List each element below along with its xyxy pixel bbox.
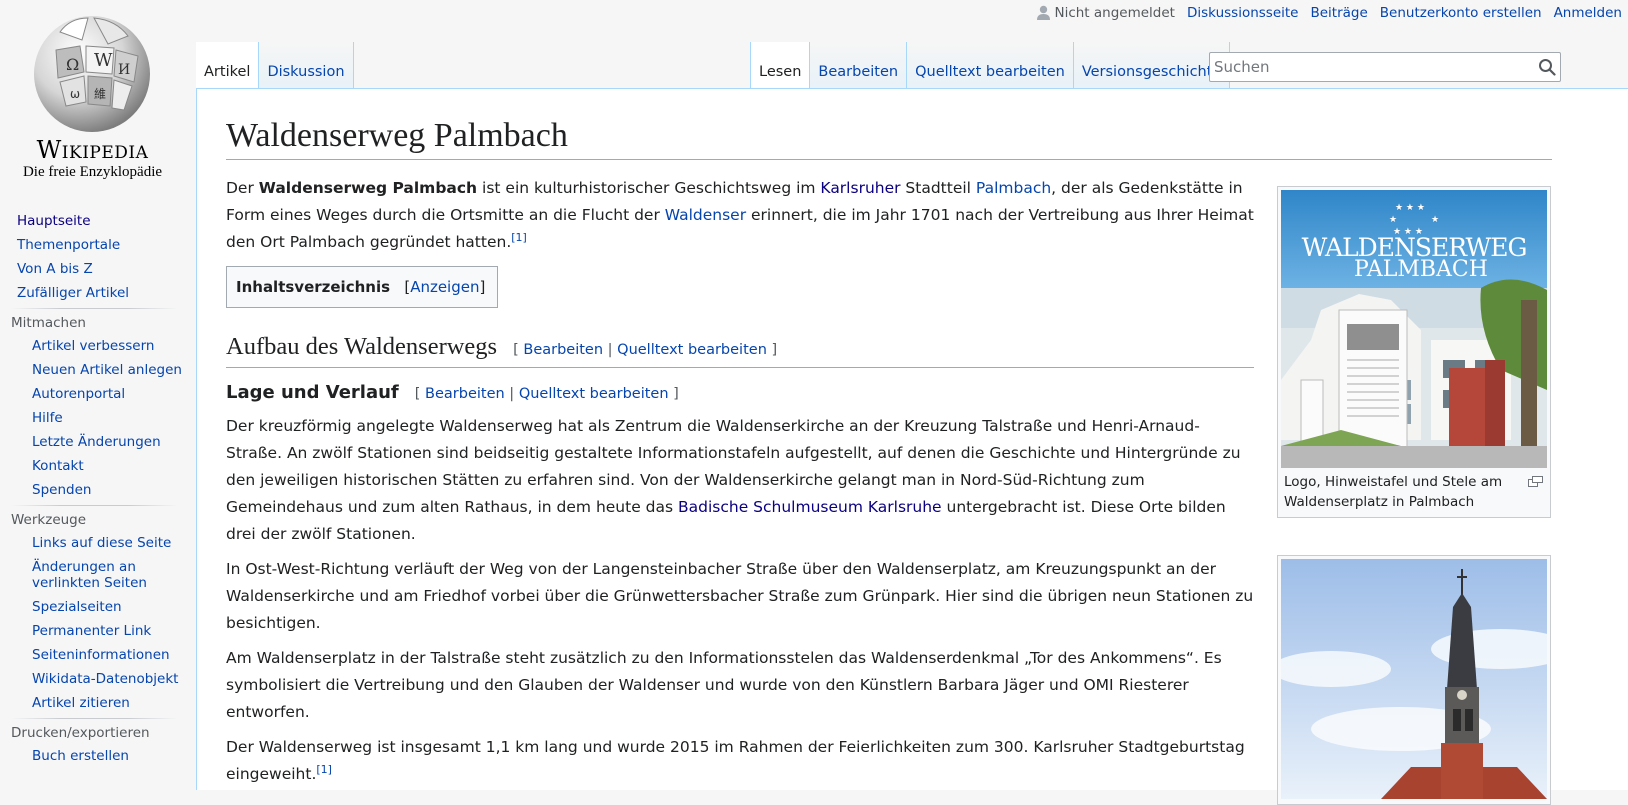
tab-bearbeiten[interactable]: Bearbeiten [810,42,908,88]
personal-link-create-account[interactable]: Benutzerkonto erstellen [1380,5,1542,21]
link-waldenser[interactable]: Waldenser [665,206,746,224]
content-area: Waldenserweg Palmbach Der Waldenserweg P… [196,88,1628,805]
sidebar-item-themenportale[interactable]: Themenportale [17,237,120,253]
user-status: Nicht angemeldet [1037,5,1175,21]
sidebar-item-wikidata-datenobjekt[interactable]: Wikidata-Datenobjekt [32,671,178,687]
sidebar-item-neuen-artikel-anlegen[interactable]: Neuen Artikel anlegen [32,362,182,378]
link-karlsruher[interactable]: Karlsruher [820,179,900,197]
table-of-contents: Inhaltsverzeichnis [Anzeigen] [226,266,499,308]
article-body: Der Waldenserweg Palmbach ist ein kultur… [226,175,1254,796]
sidebar-item-buch-erstellen[interactable]: Buch erstellen [32,748,129,764]
section-heading: Aufbau des Waldenserwegs[ Bearbeiten | Q… [226,332,1254,368]
link-badische-schulmuseum[interactable]: Badische Schulmuseum Karlsruhe [678,498,942,516]
section-edit-links: [ Bearbeiten | Quelltext bearbeiten ] [513,342,778,358]
wikipedia-wordmark: Wikipedia [36,136,149,164]
subsection-source-edit-link[interactable]: Quelltext bearbeiten [519,386,669,402]
paragraph-1: Der kreuzförmig angelegte Waldenserweg h… [226,417,1241,543]
tab-diskussion[interactable]: Diskussion [259,42,354,88]
svg-text:★: ★ [1389,215,1397,225]
user-icon [1037,5,1051,20]
personal-link-talk[interactable]: Diskussionsseite [1187,5,1299,21]
thumbnail-1: ★ ★ ★ ★ ★ ★ ★ ★ WaldenserWeg Palmbach [1277,186,1551,518]
intro-paragraph: Der Waldenserweg Palmbach ist ein kultur… [226,179,1254,251]
thumb-caption: Logo, Hinweistafel und Stele am Waldense… [1281,468,1547,514]
link-palmbach[interactable]: Palmbach [976,179,1051,197]
thumb-logo-line2: Palmbach [1354,257,1488,282]
section-edit-link[interactable]: Bearbeiten [523,342,603,358]
sidebar-item-letzte-aenderungen[interactable]: Letzte Änderungen [32,434,161,450]
tab-artikel[interactable]: Artikel [196,42,260,88]
sidebar-item-zufaelliger-artikel[interactable]: Zufälliger Artikel [17,285,129,301]
sidebar-heading-mitmachen: Mitmachen [11,315,86,331]
svg-text:Ω: Ω [66,55,79,74]
search-box [1209,52,1561,82]
subsection-edit-link[interactable]: Bearbeiten [425,386,505,402]
personal-tools: Nicht angemeldet Diskussionsseite Beiträ… [1037,5,1622,21]
toc-toggle-link[interactable]: Anzeigen [410,278,479,296]
reference-link[interactable]: [1] [511,231,527,244]
sidebar-navigation: Hauptseite Themenportale Von A bis Z Zuf… [0,210,196,306]
view-tabs: Lesen Bearbeiten Quelltext bearbeiten Ve… [750,42,1231,88]
sidebar-heading-drucken: Drucken/exportieren [11,725,150,741]
sidebar: Hauptseite Themenportale Von A bis Z Zuf… [0,210,196,769]
tab-lesen[interactable]: Lesen [750,42,811,88]
search-input[interactable] [1210,53,1520,81]
paragraph-4: Der Waldenserweg ist insgesamt 1,1 km la… [226,738,1245,783]
sidebar-item-artikel-verbessern[interactable]: Artikel verbessern [32,338,154,354]
sidebar-item-spenden[interactable]: Spenden [32,482,91,498]
waldenserweg-photo[interactable]: ★ ★ ★ ★ ★ ★ ★ ★ WaldenserWeg Palmbach [1281,190,1547,468]
wikipedia-tagline: Die freie Enzyklopädie [22,164,163,180]
svg-text:★ ★ ★: ★ ★ ★ [1395,203,1425,213]
user-status-text: Nicht angemeldet [1054,5,1175,21]
sidebar-item-kontakt[interactable]: Kontakt [32,458,84,474]
wikipedia-logo[interactable]: Ω W И 維 ω Wikipedia Die freie Enzyklopäd… [0,0,196,190]
subsection-heading: Lage und Verlauf[ Bearbeiten | Quelltext… [226,382,679,403]
sidebar-heading-werkzeuge: Werkzeuge [11,512,87,528]
thumbnail-2 [1277,555,1551,805]
sidebar-item-seiteninformationen[interactable]: Seiteninformationen [32,647,170,663]
personal-link-login[interactable]: Anmelden [1554,5,1622,21]
sidebar-item-hauptseite[interactable]: Hauptseite [17,213,91,229]
sidebar-item-links-auf-diese-seite[interactable]: Links auf diese Seite [32,535,171,551]
sidebar-item-hilfe[interactable]: Hilfe [32,410,63,426]
sidebar-item-von-a-bis-z[interactable]: Von A bis Z [17,261,93,277]
namespace-tabs: Artikel Diskussion [196,42,354,88]
sidebar-item-artikel-zitieren[interactable]: Artikel zitieren [32,695,130,711]
sidebar-item-autorenportal[interactable]: Autorenportal [32,386,125,402]
sidebar-werkzeuge: Werkzeuge Links auf diese Seite Änderung… [0,506,196,716]
svg-text:И: И [118,62,130,78]
sidebar-item-aenderungen-an-verlinkten-seiten[interactable]: Änderungen an verlinkten Seiten [32,559,147,591]
sidebar-item-permanenter-link[interactable]: Permanenter Link [32,623,151,639]
paragraph-3: Am Waldenserplatz in der Talstraße steht… [226,649,1222,721]
sidebar-mitmachen: Mitmachen Artikel verbessern Neuen Artik… [0,309,196,503]
svg-text:ω: ω [70,87,80,101]
toc-title: Inhaltsverzeichnis [236,278,391,296]
tab-quelltext-bearbeiten[interactable]: Quelltext bearbeiten [907,42,1074,88]
reference-link[interactable]: [1] [316,763,332,776]
church-photo[interactable] [1281,559,1547,799]
wikipedia-globe-icon: Ω W И 維 ω [34,16,150,132]
tab-versionsgeschichte[interactable]: Versionsgeschichte [1073,42,1231,88]
search-icon[interactable] [1538,58,1556,76]
paragraph-2: In Ost-West-Richtung verläuft der Weg vo… [226,560,1254,632]
section-source-edit-link[interactable]: Quelltext bearbeiten [617,342,767,358]
subsection-edit-links: [ Bearbeiten | Quelltext bearbeiten ] [414,386,679,402]
magnify-icon[interactable] [1528,476,1543,487]
svg-text:★: ★ [1431,215,1439,225]
personal-link-contributions[interactable]: Beiträge [1310,5,1367,21]
svg-text:W: W [94,50,113,71]
page-title: Waldenserweg Palmbach [226,115,1552,160]
sidebar-drucken: Drucken/exportieren Buch erstellen [0,719,196,769]
sidebar-item-spezialseiten[interactable]: Spezialseiten [32,599,122,615]
svg-text:維: 維 [94,87,106,101]
lemma-bold: Waldenserweg Palmbach [258,179,478,197]
